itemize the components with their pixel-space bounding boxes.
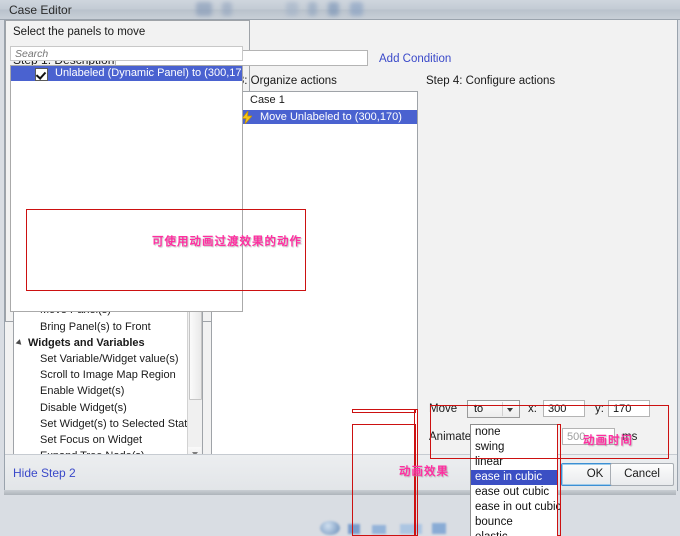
action-group-widgets-and-variables[interactable]: Widgets and Variables bbox=[14, 335, 188, 351]
action-item[interactable]: Set Focus on Widget bbox=[14, 432, 188, 448]
animate-option[interactable]: linear bbox=[471, 455, 557, 470]
move-row: Move to x: y: bbox=[426, 398, 669, 424]
titlebar-background-artifact bbox=[308, 2, 317, 16]
animate-option[interactable]: ease out cubic bbox=[471, 485, 557, 500]
panel-list-row-label: Unlabeled (Dynamic Panel) to (300,170) bbox=[55, 67, 243, 79]
annotation-text-actions: 可使用动画过渡效果的动作 bbox=[152, 234, 302, 248]
cancel-button[interactable]: Cancel bbox=[610, 463, 674, 486]
checkbox-checked-icon[interactable] bbox=[35, 68, 48, 81]
action-item[interactable]: Set Widget(s) to Selected State bbox=[14, 416, 188, 432]
action-group-label: Widgets and Variables bbox=[28, 336, 145, 349]
configure-actions-panel: Select the panels to move Unlabeled (Dyn… bbox=[5, 20, 250, 322]
titlebar-background-artifact bbox=[350, 2, 363, 16]
animate-label: Animate bbox=[429, 431, 472, 443]
search-input[interactable] bbox=[10, 46, 243, 61]
case-editor-window: Case Editor Step 1: Description Add Cond… bbox=[0, 0, 680, 536]
action-item[interactable]: Disable Widget(s) bbox=[14, 400, 188, 416]
animate-dropdown-list[interactable]: none swing linear ease in cubic ease out cub… bbox=[470, 424, 561, 536]
dialog-footer: OK Cancel bbox=[5, 454, 677, 491]
taskbar-item-icon bbox=[400, 524, 422, 534]
step4-header: Step 4: Configure actions bbox=[426, 75, 556, 87]
action-item[interactable]: Bring Panel(s) to Front bbox=[14, 319, 188, 335]
lightning-bolt-icon bbox=[241, 109, 253, 126]
hide-step2-link[interactable]: Hide Step 2 bbox=[13, 466, 76, 480]
move-mode-value: to bbox=[474, 403, 484, 415]
panels-to-move-list[interactable]: Unlabeled (Dynamic Panel) to (300,170) bbox=[10, 65, 243, 312]
titlebar-background-artifact bbox=[196, 2, 212, 16]
case-node-label: Case 1 bbox=[250, 94, 285, 106]
animate-option[interactable]: swing bbox=[471, 440, 557, 455]
panel-list-row[interactable]: Unlabeled (Dynamic Panel) to (300,170) bbox=[11, 66, 242, 81]
chevron-down-icon bbox=[507, 408, 513, 412]
combo-separator bbox=[502, 402, 503, 416]
move-label: Move bbox=[429, 403, 458, 415]
move-mode-combo[interactable]: to bbox=[467, 400, 520, 418]
x-label: x: bbox=[528, 403, 537, 415]
titlebar-background-artifact bbox=[286, 2, 298, 16]
action-item[interactable]: Scroll to Image Map Region bbox=[14, 367, 188, 383]
action-item[interactable]: Enable Widget(s) bbox=[14, 383, 188, 399]
action-node-label: Move Unlabeled to (300,170) bbox=[260, 111, 402, 123]
expand-triangle-icon[interactable] bbox=[15, 338, 24, 347]
desktop-strip bbox=[4, 490, 676, 495]
x-input[interactable] bbox=[543, 400, 585, 417]
animate-option[interactable]: bounce bbox=[471, 515, 557, 530]
animate-option[interactable]: elastic bbox=[471, 530, 557, 536]
taskbar-item-icon bbox=[348, 524, 360, 534]
dialog-body: Step 1: Description Add Condition Step 2… bbox=[5, 20, 677, 462]
y-label: y: bbox=[595, 403, 604, 415]
action-item[interactable]: Set Variable/Widget value(s) bbox=[14, 351, 188, 367]
annotation-text-time: 动画时间 bbox=[583, 433, 633, 447]
select-panels-title: Select the panels to move bbox=[13, 26, 146, 38]
add-condition-link[interactable]: Add Condition bbox=[379, 53, 451, 65]
animate-option[interactable]: ease in out cubic bbox=[471, 500, 561, 515]
animate-option[interactable]: ease in cubic bbox=[471, 470, 557, 485]
window-titlebar: Case Editor bbox=[0, 0, 680, 20]
y-input[interactable] bbox=[608, 400, 650, 417]
case-editor-dialog: Step 1: Description Add Condition Step 2… bbox=[4, 20, 678, 491]
titlebar-background-artifact bbox=[328, 2, 339, 16]
window-title: Case Editor bbox=[9, 3, 72, 17]
taskbar-item-icon bbox=[432, 523, 446, 534]
animate-option[interactable]: none bbox=[471, 425, 557, 440]
titlebar-background-artifact bbox=[222, 2, 232, 16]
taskbar-browser-icon bbox=[320, 521, 340, 535]
taskbar-item-icon bbox=[372, 525, 386, 534]
annotation-text-effect: 动画效果 bbox=[399, 464, 449, 478]
